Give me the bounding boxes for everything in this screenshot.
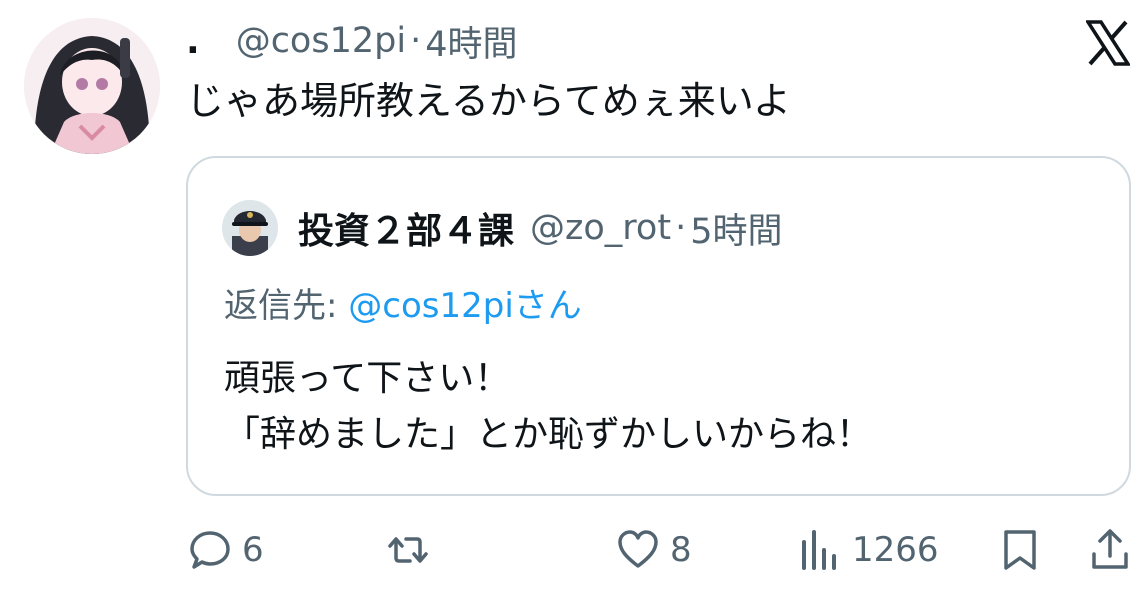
x-logo-icon[interactable] bbox=[1084, 20, 1132, 66]
bar-chart-icon bbox=[802, 530, 836, 570]
tweet-time[interactable]: 4時間 bbox=[425, 16, 517, 67]
speech-bubble-icon bbox=[190, 531, 230, 569]
quoted-tweet-card[interactable]: 投資２部４課 @zo_rot · 5時間 返信先: @cos12piさん 頑張っ… bbox=[186, 156, 1131, 496]
quoted-text-line: 頑張って下さい！ bbox=[224, 358, 511, 399]
retweet-button[interactable] bbox=[386, 520, 440, 580]
view-count: 1266 bbox=[852, 530, 939, 570]
separator-dot: · bbox=[410, 21, 422, 61]
quoted-avatar[interactable] bbox=[222, 200, 278, 256]
share-icon bbox=[1092, 529, 1128, 569]
quoted-header: 投資２部４課 @zo_rot · 5時間 bbox=[298, 202, 782, 254]
like-button[interactable]: 8 bbox=[616, 520, 692, 580]
quoted-tweet-time[interactable]: 5時間 bbox=[690, 203, 782, 254]
author-handle[interactable]: @cos12pi bbox=[236, 21, 406, 61]
quoted-text-line: 「辞めました」とか恥ずかしいからね！ bbox=[224, 414, 873, 455]
quoted-author-handle[interactable]: @zo_rot bbox=[530, 208, 671, 248]
tweet-header: . @cos12pi · 4時間 bbox=[186, 16, 517, 67]
quoted-author-name[interactable]: 投資２部４課 bbox=[298, 202, 514, 254]
action-bar: 6 8 1266 bbox=[186, 520, 1133, 580]
views-button[interactable]: 1266 bbox=[798, 520, 939, 580]
retweet-icon bbox=[388, 537, 428, 563]
reply-to-mention[interactable]: @cos12piさん bbox=[348, 286, 582, 326]
like-count: 8 bbox=[670, 530, 692, 570]
bookmark-button[interactable] bbox=[998, 520, 1042, 580]
avatar-illustration bbox=[24, 18, 160, 154]
heart-icon bbox=[618, 530, 658, 568]
reply-to-prefix: 返信先: bbox=[224, 286, 349, 326]
bookmark-icon bbox=[1004, 530, 1036, 570]
tweet-text: じゃあ場所教えるからてめぇ来いよ bbox=[186, 79, 791, 123]
author-name[interactable]: . bbox=[186, 21, 200, 62]
quoted-separator-dot: · bbox=[675, 208, 687, 248]
reply-count: 6 bbox=[242, 530, 264, 570]
reply-to-line: 返信先: @cos12piさん bbox=[224, 278, 582, 327]
reply-button[interactable]: 6 bbox=[188, 520, 264, 580]
share-button[interactable] bbox=[1088, 520, 1132, 580]
avatar[interactable] bbox=[24, 18, 160, 154]
quoted-avatar-photo bbox=[222, 200, 278, 256]
quoted-tweet-text: 頑張って下さい！ 「辞めました」とか恥ずかしいからね！ bbox=[224, 351, 872, 463]
